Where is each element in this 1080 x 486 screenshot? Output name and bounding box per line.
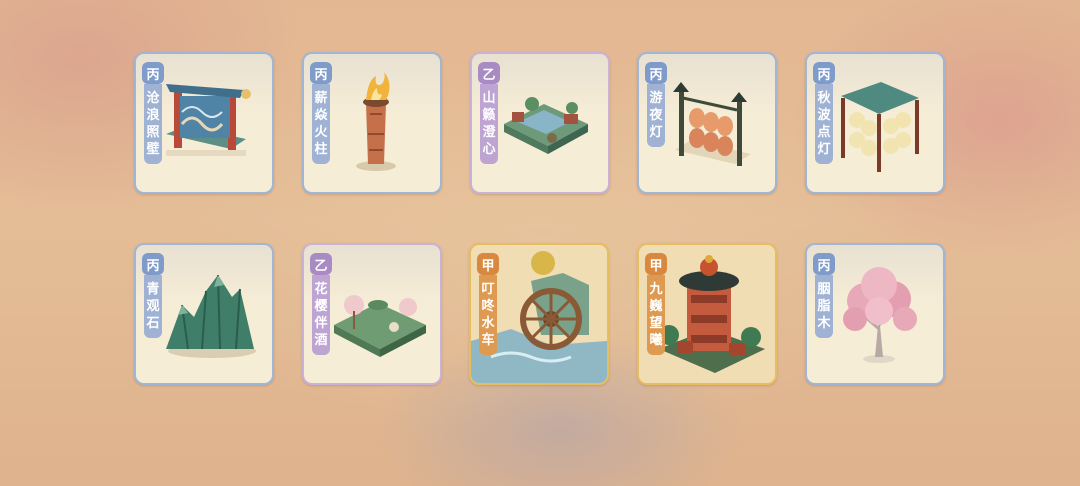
item-card-youye-deng[interactable]: 丙 游夜灯 bbox=[637, 52, 777, 194]
grade-badge: 丙 bbox=[142, 62, 164, 84]
grade-badge: 甲 bbox=[477, 253, 499, 275]
item-card-qiubo-diandeng[interactable]: 丙 秋波点灯 bbox=[805, 52, 945, 194]
item-card-yanzhi-mu[interactable]: 丙 胭脂木 bbox=[805, 243, 945, 385]
item-name-label: 九巍望曦 bbox=[647, 275, 665, 355]
grade-badge: 丙 bbox=[310, 62, 332, 84]
item-name-label: 游夜灯 bbox=[647, 84, 665, 147]
item-card-shanlai-chengxin[interactable]: 乙 山籁澄心 bbox=[470, 52, 610, 194]
grade-badge: 甲 bbox=[645, 253, 667, 275]
item-name-label: 叮咚水车 bbox=[479, 275, 497, 355]
item-card-dingdong-shuiche[interactable]: 甲 叮咚水车 bbox=[469, 243, 609, 385]
grade-badge: 丙 bbox=[645, 62, 667, 84]
item-card-canglang-zhaobi[interactable]: 丙 沧浪照壁 bbox=[134, 52, 274, 194]
item-name-label: 青观石 bbox=[144, 275, 162, 338]
grade-badge: 丙 bbox=[142, 253, 164, 275]
item-name-label: 沧浪照壁 bbox=[144, 84, 162, 164]
item-name-label: 山籁澄心 bbox=[480, 84, 498, 164]
item-card-xinyan-huozhu[interactable]: 丙 薪焱火柱 bbox=[302, 52, 442, 194]
item-name-label: 薪焱火柱 bbox=[312, 84, 330, 164]
grade-badge: 乙 bbox=[478, 62, 500, 84]
item-name-label: 花樱伴酒 bbox=[312, 275, 330, 355]
grade-badge: 丙 bbox=[813, 62, 835, 84]
grade-badge: 乙 bbox=[310, 253, 332, 275]
item-name-label: 胭脂木 bbox=[815, 275, 833, 338]
item-card-qingguan-shi[interactable]: 丙 青观石 bbox=[134, 243, 274, 385]
item-card-jiuwei-wangxi[interactable]: 甲 九巍望曦 bbox=[637, 243, 777, 385]
item-name-label: 秋波点灯 bbox=[815, 84, 833, 164]
item-card-huaying-banjiu[interactable]: 乙 花樱伴酒 bbox=[302, 243, 442, 385]
grade-badge: 丙 bbox=[813, 253, 835, 275]
